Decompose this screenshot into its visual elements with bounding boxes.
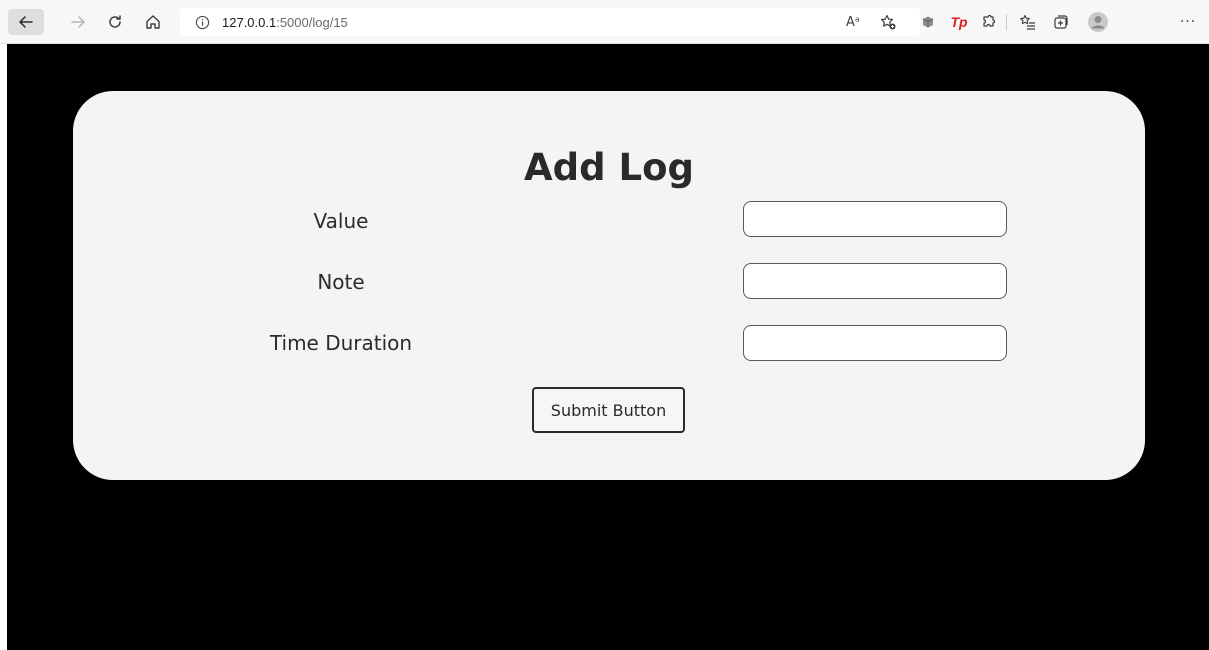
more-icon: ···: [1179, 14, 1197, 30]
browser-window: 127.0.0.1:5000/log/15 Aᵃ Tp ··· Add Log …: [0, 0, 1209, 650]
collections-icon: [1052, 13, 1070, 31]
page-content: Add Log Value Note Time Duration Submit …: [7, 44, 1209, 650]
profile-icon: [1087, 11, 1109, 33]
forward-button[interactable]: [65, 9, 91, 35]
favorites-button[interactable]: [1015, 9, 1041, 35]
back-button[interactable]: [8, 9, 44, 35]
refresh-button[interactable]: [102, 9, 128, 35]
collections-button[interactable]: [1048, 9, 1074, 35]
url-host: 127.0.0.1: [222, 14, 277, 30]
refresh-icon: [106, 13, 124, 31]
address-bar[interactable]: 127.0.0.1:5000/log/15: [180, 8, 920, 36]
add-log-card: Add Log Value Note Time Duration Submit …: [73, 91, 1145, 480]
page-title: Add Log: [524, 146, 694, 189]
note-input[interactable]: [743, 263, 1007, 299]
more-menu-button[interactable]: ···: [1175, 9, 1201, 35]
extension-cube-icon: [920, 14, 936, 30]
tp-extension-icon: Tp: [950, 14, 968, 30]
url-text[interactable]: 127.0.0.1:5000/log/15: [222, 15, 348, 30]
tp-extension-button[interactable]: Tp: [946, 9, 972, 35]
value-label: Value: [313, 209, 369, 233]
info-icon[interactable]: [194, 14, 210, 30]
arrow-left-icon: [17, 13, 35, 31]
extension-button[interactable]: [915, 9, 941, 35]
submit-button[interactable]: Submit Button: [532, 387, 685, 433]
browser-toolbar: 127.0.0.1:5000/log/15 Aᵃ Tp ···: [0, 0, 1209, 44]
time-duration-label: Time Duration: [269, 331, 413, 355]
read-aloud-icon: Aᵃ: [846, 14, 860, 30]
toolbar-divider: [1006, 14, 1007, 30]
add-favorite-button[interactable]: [875, 9, 901, 35]
home-button[interactable]: [140, 9, 166, 35]
profile-button[interactable]: [1085, 9, 1111, 35]
value-input[interactable]: [743, 201, 1007, 237]
note-label: Note: [317, 270, 365, 294]
arrow-right-icon: [69, 13, 87, 31]
favorites-list-icon: [1019, 13, 1037, 31]
puzzle-icon: [980, 13, 998, 31]
time-duration-input[interactable]: [743, 325, 1007, 361]
read-aloud-button[interactable]: Aᵃ: [840, 9, 866, 35]
home-icon: [144, 13, 162, 31]
url-path: :5000/log/15: [276, 14, 348, 30]
star-add-icon: [879, 13, 897, 31]
extensions-button[interactable]: [976, 9, 1002, 35]
